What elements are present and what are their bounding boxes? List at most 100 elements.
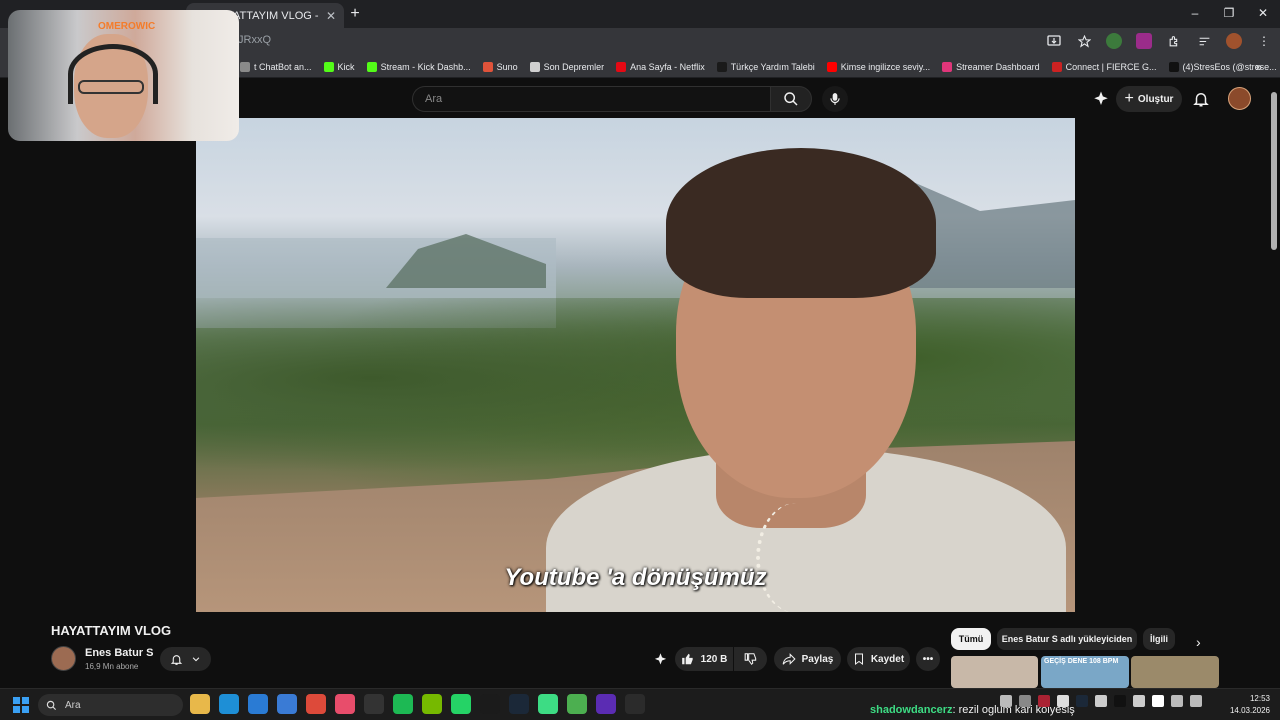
extensions-puzzle-icon[interactable]: [1166, 33, 1182, 49]
thumbs-down-icon: [744, 653, 756, 666]
bookmark-label: Streamer Dashboard: [956, 61, 1040, 72]
bookmark-item[interactable]: Suno: [482, 61, 518, 72]
bookmark-label: Ana Sayfa - Netflix: [630, 61, 705, 72]
taskbar-app-icon[interactable]: [480, 694, 500, 714]
related-video-thumbnail[interactable]: [1131, 656, 1219, 688]
subscriber-count: 16,9 Mn abone: [85, 662, 139, 671]
taskbar-clock[interactable]: 12:53 14.03.2026: [1228, 693, 1270, 717]
more-actions-button[interactable]: •••: [916, 647, 940, 671]
bookmark-favicon-icon: [529, 61, 540, 72]
tray-icon[interactable]: [1057, 695, 1069, 707]
taskbar-app-icon[interactable]: [190, 694, 210, 714]
bookmark-favicon-icon: [826, 61, 837, 72]
taskbar-app-icon[interactable]: [538, 694, 558, 714]
ask-gemini-button[interactable]: [650, 647, 670, 671]
restore-button[interactable]: ❐: [1212, 4, 1246, 22]
taskbar-app-icon[interactable]: [364, 694, 384, 714]
menu-kebab-icon[interactable]: ⋮: [1256, 33, 1272, 49]
save-button[interactable]: Kaydet: [847, 647, 910, 671]
voice-search-button[interactable]: [822, 86, 848, 112]
toolbar-icons: ⋮: [1046, 33, 1272, 49]
bookmark-label: Connect | FIERCE G...: [1065, 61, 1157, 72]
bookmark-favicon-icon: [716, 61, 727, 72]
glasses: [78, 80, 144, 94]
windows-start-icon[interactable]: [13, 697, 29, 713]
bookmark-item[interactable]: Kick: [323, 61, 355, 72]
window-controls: – ❐ ✕: [1178, 4, 1280, 22]
bookmark-item[interactable]: Connect | FIERCE G...: [1051, 61, 1157, 72]
taskbar-search[interactable]: Ara: [38, 694, 183, 716]
create-button[interactable]: + Oluştur: [1116, 86, 1182, 112]
search-input[interactable]: Ara: [412, 86, 770, 112]
taskbar-app-icon[interactable]: [306, 694, 326, 714]
install-app-icon[interactable]: [1046, 33, 1062, 49]
bookmark-star-icon[interactable]: [1076, 33, 1092, 49]
chip-related[interactable]: İlgili: [1143, 628, 1175, 650]
share-label: Paylaş: [801, 653, 834, 665]
close-window-button[interactable]: ✕: [1246, 4, 1280, 22]
taskbar-app-icon[interactable]: [596, 694, 616, 714]
minimize-button[interactable]: –: [1178, 4, 1212, 22]
notifications-bell-icon[interactable]: [1192, 90, 1210, 108]
page-scrollbar[interactable]: [1271, 92, 1277, 250]
dislike-button[interactable]: [734, 647, 767, 671]
taskbar-app-icon[interactable]: [335, 694, 355, 714]
profile-avatar-icon[interactable]: [1226, 33, 1242, 49]
tray-icon[interactable]: [1171, 695, 1183, 707]
like-button[interactable]: 120 B: [675, 647, 733, 671]
search-button[interactable]: [770, 86, 812, 112]
bookmark-item[interactable]: Ana Sayfa - Netflix: [616, 61, 705, 72]
tray-icon[interactable]: [1000, 695, 1012, 707]
taskbar-app-icon[interactable]: [277, 694, 297, 714]
tray-icon[interactable]: [1038, 695, 1050, 707]
tray-icon[interactable]: [1095, 695, 1107, 707]
tab-close-icon[interactable]: ✕: [326, 9, 336, 23]
bookmarks-more-button[interactable]: »: [1255, 60, 1262, 74]
taskbar-app-icon[interactable]: [625, 694, 645, 714]
extension-icon[interactable]: [1106, 33, 1122, 49]
bookmark-item[interactable]: Son Depremler: [529, 61, 604, 72]
bookmark-icon: [854, 653, 863, 665]
taskbar-app-icon[interactable]: [451, 694, 471, 714]
video-player[interactable]: Youtube 'a dönüşümüz: [196, 118, 1075, 612]
related-video-thumbnail[interactable]: [951, 656, 1038, 688]
address-bar[interactable]: JRxxQ: [238, 34, 271, 46]
channel-avatar[interactable]: [51, 646, 76, 671]
tray-icon[interactable]: [1114, 695, 1126, 707]
tray-icon[interactable]: [1152, 695, 1164, 707]
bookmark-label: Kimse ingilizce seviy...: [840, 61, 931, 72]
search-icon: [46, 700, 57, 710]
taskbar-app-icon[interactable]: [422, 694, 442, 714]
chips-next-arrow-icon[interactable]: ›: [1196, 634, 1201, 650]
bookmark-item[interactable]: t ChatBot an...: [240, 61, 312, 72]
clock-time: 12:53: [1249, 694, 1270, 703]
bookmark-label: t ChatBot an...: [254, 61, 312, 72]
taskbar-app-icon[interactable]: [567, 694, 587, 714]
bookmark-item[interactable]: Kimse ingilizce seviy...: [826, 61, 931, 72]
new-tab-button[interactable]: +: [346, 5, 364, 23]
tray-icon[interactable]: [1133, 695, 1145, 707]
related-video-thumbnail[interactable]: GEÇİŞ DENE 108 BPM: [1041, 656, 1129, 688]
bookmark-item[interactable]: Stream - Kick Dashb...: [366, 61, 471, 72]
bookmark-favicon-icon: [1168, 61, 1179, 72]
account-avatar[interactable]: [1228, 87, 1251, 110]
taskbar-app-icon[interactable]: [509, 694, 529, 714]
tray-icon[interactable]: [1076, 695, 1088, 707]
share-button[interactable]: Paylaş: [774, 647, 841, 671]
gemini-sparkle-icon[interactable]: [1092, 90, 1110, 108]
bookmark-favicon-icon: [482, 61, 493, 72]
reading-list-icon[interactable]: [1196, 33, 1212, 49]
channel-name[interactable]: Enes Batur S: [85, 647, 153, 659]
bookmark-item[interactable]: Türkçe Yardım Talebi: [716, 61, 815, 72]
bookmark-favicon-icon: [240, 61, 250, 72]
subscribed-notification-button[interactable]: [160, 647, 211, 671]
taskbar-app-icon[interactable]: [219, 694, 239, 714]
taskbar-app-icon[interactable]: [393, 694, 413, 714]
chip-all[interactable]: Tümü: [951, 628, 991, 650]
chip-from-uploader[interactable]: Enes Batur S adlı yükleyiciden: [997, 628, 1137, 650]
tray-icon[interactable]: [1019, 695, 1031, 707]
taskbar-app-icon[interactable]: [248, 694, 268, 714]
extension-icon[interactable]: [1136, 33, 1152, 49]
bookmark-item[interactable]: Streamer Dashboard: [942, 61, 1040, 72]
tray-icon[interactable]: [1190, 695, 1202, 707]
